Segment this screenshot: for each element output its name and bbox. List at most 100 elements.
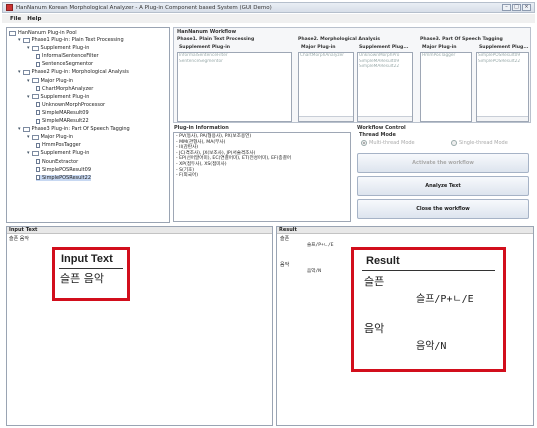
folder-icon [31,150,39,156]
file-icon [36,110,40,116]
file-icon [36,175,40,181]
tree-item-label: UnknownMorphProcessor [42,101,106,108]
tree-item-label: InformalSentenceFilter [42,53,99,60]
list-item[interactable]: ChartMorphAnalyzer [299,53,353,59]
phase3-supp-list[interactable]: SimplePOSResult09 SimplePOSResult22 [476,52,529,122]
tree-root-label: HanNanum Plug-in Pool [18,30,77,36]
list-item[interactable]: SimpleMAResult22 [358,64,412,70]
list-item[interactable]: SentenceSegmentor [178,59,291,65]
single-thread-radio[interactable]: Single-thread Mode [451,140,508,146]
tree-item-label: SimpleMAResult09 [42,109,89,116]
tree-item-label: Major Plug-in [40,77,74,84]
plugin-info-panel: Plug-in Information - PV(동사), PA(형용사), P… [173,125,351,223]
file-icon [36,53,40,59]
folder-icon [31,45,39,51]
file-icon [36,167,40,173]
result-panel: Result 슬픈 슬프/P+ㄴ/E 음악 음악/N Result 슬픈 슬프/… [276,226,534,426]
window-title: HanNanum Korean Morphological Analyzer -… [16,4,272,11]
window-controls: – □ × [502,4,531,11]
input-textarea[interactable]: 슬픈 음악 [9,235,270,423]
workflow-title: HanNanum Workflow [177,29,237,35]
tree-item-simple-pos-09[interactable]: SimplePOSResult09 [36,167,91,173]
workflow-control-title: Workflow Control [357,125,406,131]
tree-item-hmm-pos-tagger[interactable]: HmmPosTagger [36,142,81,148]
phase2-title: Phase2. Morphological Analysis [298,37,380,42]
tree-item-simple-pos-22[interactable]: SimplePOSResult22 [36,174,92,181]
plugin-info-text[interactable]: - PV(동사), PA(형용사), PX(보조용언) - MM(관형사), M… [173,132,351,222]
tree-item-phase1-supp[interactable]: ▾ Supplement Plug-in [27,45,89,51]
result-analysis-2: 음악/N [307,269,321,274]
scrollbar[interactable] [358,116,412,121]
tree-item-informal-filter[interactable]: InformalSentenceFilter [36,53,99,59]
phase3-major-list[interactable]: HmmPosTagger [420,52,472,122]
expand-toggle-icon[interactable]: ▾ [18,126,21,132]
expand-toggle-icon[interactable]: ▾ [27,45,30,51]
result-zoom-word-1: 슬픈 [364,275,385,288]
radio-icon [361,140,367,146]
result-word-1: 슬픈 [280,236,290,242]
expand-toggle-icon[interactable]: ▾ [27,78,30,84]
input-panel: Input Text 슬픈 음악 Input Text 슬픈 음악 [6,226,273,426]
input-text: 슬픈 음악 [9,236,29,242]
tree-item-label: NounExtractor [42,158,79,165]
tree-item-label: SentenceSegmentor [42,61,94,68]
radio-icon [451,140,457,146]
multi-thread-radio[interactable]: Multi-thread Mode [361,140,415,146]
result-zoom-analysis-1: 슬프/P+ㄴ/E [416,294,474,305]
expand-toggle-icon[interactable]: ▾ [27,134,30,140]
scrollbar[interactable] [477,116,528,121]
activate-workflow-button[interactable]: Activate the workflow [357,153,529,173]
tree-item-phase3[interactable]: ▾ Phase3 Plug-in: Part Of Speech Tagging [18,126,130,132]
maximize-icon[interactable]: □ [512,4,521,11]
expand-toggle-icon[interactable]: ▾ [27,94,30,100]
phase2-major-list[interactable]: ChartMorphAnalyzer [298,52,354,122]
list-item[interactable]: SimplePOSResult22 [477,59,528,65]
close-workflow-button[interactable]: Close the workflow [357,199,529,219]
tree-item-phase1[interactable]: ▾ Phase1 Plug-in: Plain Text Processing [18,37,124,43]
menu-help[interactable]: Help [27,16,41,22]
file-icon [36,142,40,148]
result-word-2: 음악 [280,262,290,268]
expand-toggle-icon[interactable]: ▾ [27,150,30,156]
expand-toggle-icon[interactable]: ▾ [18,69,21,75]
tree-item-simple-ma-09[interactable]: SimpleMAResult09 [36,110,89,116]
folder-icon [31,94,39,100]
result-analysis-1: 슬프/P+ㄴ/E [307,243,334,248]
list-item[interactable]: HmmPosTagger [421,53,471,59]
plugin-pool-panel: HanNanum Plug-in Pool ▾ Phase1 Plug-in: P… [6,27,170,223]
info-line: - F(외국어) [176,173,199,179]
phase1-title: Phase1. Plain Text Processing [177,37,255,42]
result-zoom-title: Result [366,255,400,267]
folder-icon [22,37,30,43]
tree-item-phase3-supp[interactable]: ▾ Supplement Plug-in [27,150,89,156]
scrollbar[interactable] [299,116,353,121]
tree-item-phase2[interactable]: ▾ Phase2 Plug-in: Morphological Analysis [18,69,129,75]
plugin-tree: HanNanum Plug-in Pool ▾ Phase1 Plug-in: P… [7,28,169,222]
tree-root[interactable]: HanNanum Plug-in Pool [9,30,77,36]
tree-item-unknown-morph[interactable]: UnknownMorphProcessor [36,102,105,108]
close-icon[interactable]: × [522,4,531,11]
phase1-supp-list[interactable]: InformalSentenceFilter SentenceSegmentor [177,52,292,122]
analyze-text-button[interactable]: Analyze Text [357,176,529,196]
tree-item-simple-ma-22[interactable]: SimpleMAResult22 [36,118,89,124]
tree-item-phase2-major[interactable]: ▾ Major Plug-in [27,78,73,84]
phase3-major-header: Major Plug-in [422,45,457,50]
menu-bar: File Help [2,14,535,23]
tree-item-label: ChartMorphAnalyzer [42,85,94,92]
minimize-icon[interactable]: – [502,4,511,11]
tree-item-noun-extractor[interactable]: NounExtractor [36,159,78,165]
expand-toggle-icon[interactable]: ▾ [18,37,21,43]
tree-item-label: SimplePOSResult09 [42,166,92,173]
menu-file[interactable]: File [10,16,21,22]
folder-icon [9,30,16,36]
tree-item-label: SimplePOSResult22 [42,174,92,181]
tree-item-label: Phase1 Plug-in: Plain Text Processing [31,37,124,43]
phase2-supp-list[interactable]: UnknownMorphPro SimpleMAResult09 SimpleM… [357,52,413,122]
tree-item-label: Supplement Plug-in [40,93,90,100]
tree-item-phase3-major[interactable]: ▾ Major Plug-in [27,134,73,140]
tree-item-sentence-segmentor[interactable]: SentenceSegmentor [36,61,93,67]
tree-item-phase2-supp[interactable]: ▾ Supplement Plug-in [27,94,89,100]
input-zoom-callout: Input Text 슬픈 음악 [52,247,130,301]
result-zoom-analysis-2: 음악/N [416,341,447,352]
tree-item-chart-morph[interactable]: ChartMorphAnalyzer [36,86,93,92]
